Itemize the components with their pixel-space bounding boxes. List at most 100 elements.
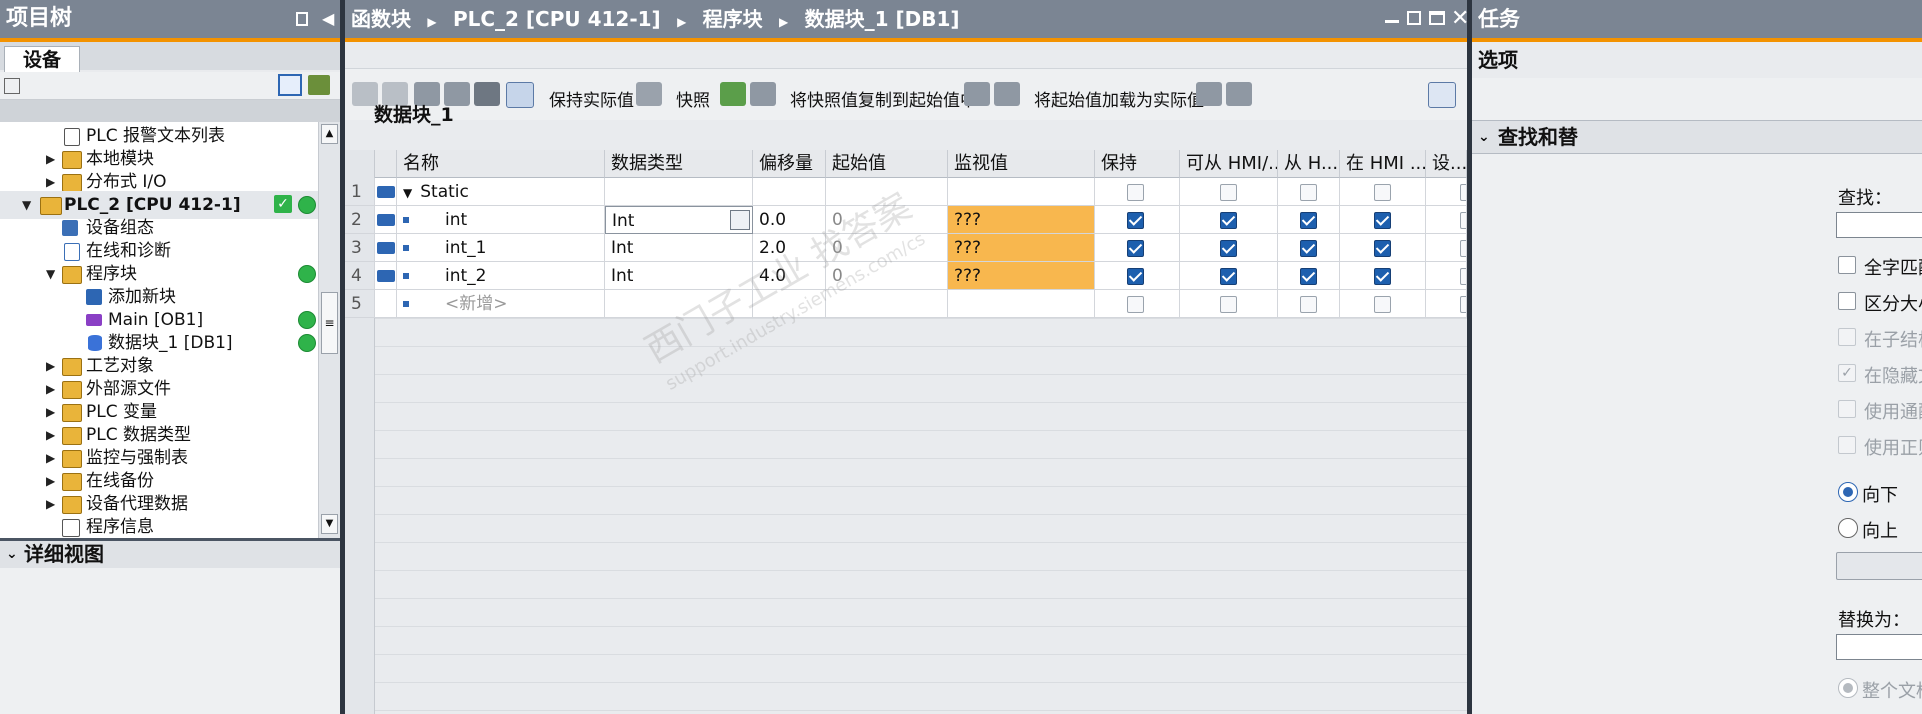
column-header-monitor-value[interactable]: 监视值 (948, 150, 1095, 178)
setpoint-checkbox[interactable] (1460, 268, 1466, 285)
writable-hmi-checkbox[interactable] (1300, 268, 1317, 285)
tab-devices[interactable]: 设备 (4, 46, 80, 72)
column-header-offset[interactable]: 偏移量 (753, 150, 826, 178)
retain-checkbox[interactable] (1127, 268, 1144, 285)
visible-hmi-cell (1340, 178, 1426, 206)
match-whole-word-checkbox[interactable] (1838, 256, 1856, 274)
online-status-icon (298, 265, 316, 283)
tree-scrollbar[interactable]: ▲ ≡ ▼ (318, 122, 340, 538)
accessible-hmi-checkbox[interactable] (1220, 268, 1237, 285)
breadcrumb-item[interactable]: PLC_2 [CPU 412-1] (453, 7, 661, 31)
visible-hmi-checkbox[interactable] (1374, 240, 1391, 257)
download-all-icon[interactable] (1226, 82, 1252, 106)
setpoint-checkbox[interactable] (1460, 212, 1466, 229)
use-wildcards-checkbox[interactable] (1838, 400, 1856, 418)
accessible-hmi-checkbox[interactable] (1220, 184, 1237, 201)
name-cell[interactable]: int_1 (397, 234, 605, 262)
visible-hmi-checkbox[interactable] (1374, 268, 1391, 285)
direction-down-radio[interactable] (1838, 482, 1858, 502)
tree-network-icon[interactable] (308, 75, 330, 95)
collapse-left-icon[interactable]: ◀ (322, 0, 334, 38)
accessible-hmi-cell (1180, 178, 1278, 206)
find-replace-header[interactable]: ⌄ 查找和替 (1472, 120, 1922, 154)
setpoint-checkbox[interactable] (1460, 184, 1466, 201)
type-list-icon[interactable] (730, 210, 750, 230)
whole-document-radio[interactable] (1838, 678, 1858, 698)
download-icon[interactable] (1196, 82, 1222, 106)
retain-checkbox[interactable] (1127, 184, 1144, 201)
restore-icon[interactable] (1407, 11, 1421, 25)
keep-actual-values-button[interactable]: 保持实际值 (549, 86, 634, 111)
breadcrumb-item[interactable]: 数据块_1 [DB1] (805, 7, 960, 31)
pin-icon[interactable] (296, 12, 308, 26)
writable-hmi-checkbox[interactable] (1300, 212, 1317, 229)
writable-hmi-checkbox[interactable] (1300, 184, 1317, 201)
accessible-hmi-checkbox[interactable] (1220, 240, 1237, 257)
load-icon[interactable] (964, 82, 990, 106)
tree-settings-icon[interactable] (4, 78, 20, 94)
retain-checkbox[interactable] (1127, 240, 1144, 257)
column-header-setpoint[interactable]: 设... (1426, 150, 1467, 178)
scroll-thumb[interactable]: ≡ (321, 292, 338, 354)
find-input[interactable] (1836, 212, 1922, 238)
collapse-arrow-icon[interactable]: ▼ (403, 186, 412, 200)
direction-up-radio[interactable] (1838, 518, 1858, 538)
breadcrumb-item[interactable]: 程序块 (703, 7, 763, 31)
visible-hmi-checkbox[interactable] (1374, 296, 1391, 313)
setpoint-checkbox[interactable] (1460, 240, 1466, 257)
replace-input[interactable] (1836, 634, 1922, 660)
copy-snapshot-button[interactable]: 将快照值复制到起始值中 (790, 86, 977, 111)
accessible-hmi-checkbox[interactable] (1220, 212, 1237, 229)
options-header[interactable]: 选项 (1472, 42, 1922, 78)
snapshot-up-icon[interactable] (720, 82, 746, 106)
retain-checkbox[interactable] (1127, 212, 1144, 229)
chevron-down-icon[interactable]: ⌄ (1478, 121, 1490, 153)
writable-hmi-checkbox[interactable] (1300, 296, 1317, 313)
minimize-icon[interactable] (1385, 20, 1399, 23)
list-icon[interactable] (474, 82, 500, 106)
visible-hmi-checkbox[interactable] (1374, 212, 1391, 229)
find-button[interactable] (1836, 552, 1922, 580)
name-cell[interactable]: <新增> (397, 290, 605, 318)
database-icon[interactable] (636, 82, 662, 106)
setpoint-checkbox[interactable] (1460, 296, 1466, 313)
column-header-data-type[interactable]: 数据类型 (605, 150, 753, 178)
accessible-hmi-checkbox[interactable] (1220, 296, 1237, 313)
monitor-glasses-icon[interactable] (506, 82, 534, 108)
match-case-checkbox[interactable] (1838, 292, 1856, 310)
load-all-icon[interactable] (994, 82, 1020, 106)
column-header-writable-hmi[interactable]: 从 H... (1278, 150, 1340, 178)
column-header-retain[interactable]: 保持 (1095, 150, 1180, 178)
column-header-name[interactable]: 名称 (397, 150, 605, 178)
data-type-cell[interactable]: Int (605, 234, 753, 262)
tree-view-icon[interactable] (278, 74, 302, 96)
name-cell[interactable]: int (397, 206, 605, 234)
detail-view-header[interactable]: ⌄ 详细视图 (0, 538, 342, 568)
name-cell[interactable]: ▼ Static (397, 178, 605, 206)
folder-icon (62, 473, 82, 491)
snapshot-down-icon[interactable] (750, 82, 776, 106)
settings-panel-icon[interactable] (1428, 82, 1456, 108)
maximize-icon[interactable] (1429, 11, 1445, 25)
search-substructures-checkbox[interactable] (1838, 328, 1856, 346)
breadcrumb-item[interactable]: 函数块 (351, 7, 411, 31)
writable-hmi-checkbox[interactable] (1300, 240, 1317, 257)
scroll-down-icon[interactable]: ▼ (321, 514, 338, 534)
use-regex-checkbox[interactable] (1838, 436, 1856, 454)
chevron-down-icon[interactable]: ⌄ (6, 541, 18, 567)
column-header-accessible-hmi[interactable]: 可从 HMI/... (1180, 150, 1278, 178)
tree-item-program-info[interactable]: 程序信息 (0, 513, 318, 538)
search-hidden-checkbox[interactable]: ✓ (1838, 364, 1856, 382)
writable-hmi-cell (1278, 290, 1340, 318)
scroll-up-icon[interactable]: ▲ (321, 124, 338, 144)
snapshot-button[interactable]: 快照 (676, 86, 710, 111)
load-start-values-button[interactable]: 将起始值加载为实际值 (1034, 86, 1204, 111)
column-header-visible-hmi[interactable]: 在 HMI ... (1340, 150, 1426, 178)
editor-topbar (345, 42, 1467, 68)
data-type-cell[interactable] (605, 178, 753, 206)
visible-hmi-checkbox[interactable] (1374, 184, 1391, 201)
data-type-cell[interactable]: Int (605, 206, 753, 234)
name-cell[interactable]: int_2 (397, 262, 605, 290)
direction-down-label: 向下 (1862, 485, 1898, 506)
retain-checkbox[interactable] (1127, 296, 1144, 313)
